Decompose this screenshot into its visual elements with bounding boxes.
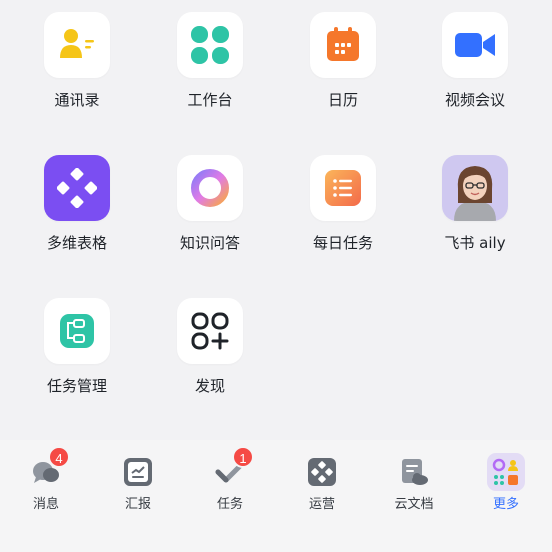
chat-bubbles-icon: 4 (30, 446, 70, 488)
tab-label: 任务 (216, 497, 243, 512)
operations-icon (306, 456, 338, 488)
app-label: 发现 (194, 377, 225, 395)
tab-messages[interactable]: 4 消息 (0, 440, 92, 552)
app-calendar[interactable]: 日历 (288, 12, 398, 122)
calendar-icon (310, 12, 376, 78)
app-base-table[interactable]: 多维表格 (22, 155, 132, 265)
base-table-icon (44, 155, 110, 221)
app-contacts[interactable]: 通讯录 (22, 12, 132, 122)
video-meeting-icon (442, 12, 508, 78)
knowledge-qa-icon (177, 155, 243, 221)
tab-label: 汇报 (124, 497, 151, 512)
app-label: 工作台 (187, 91, 233, 109)
app-knowledge-qa[interactable]: 知识问答 (155, 155, 265, 265)
contacts-icon (44, 12, 110, 78)
app-video-meeting[interactable]: 视频会议 (420, 12, 530, 122)
report-icon (122, 456, 154, 488)
app-grid: 通讯录 工作台 日历 视频会议 多维表格 知识问答 每日任务 飞书 aily 任… (0, 0, 552, 440)
tab-label: 云文档 (394, 497, 434, 512)
bottom-tab-bar: 4 消息 汇报 1 任务 运营 云文档 更多 (0, 440, 552, 552)
app-daily-tasks[interactable]: 每日任务 (288, 155, 398, 265)
app-label: 通讯录 (54, 91, 100, 109)
tab-label: 运营 (308, 497, 335, 512)
tab-tasks[interactable]: 1 任务 (184, 440, 276, 552)
tab-report[interactable]: 汇报 (92, 440, 184, 552)
unread-badge: 4 (48, 446, 70, 468)
app-label: 每日任务 (312, 234, 373, 252)
workbench-icon (177, 12, 243, 78)
cloud-docs-icon (398, 456, 430, 488)
app-label: 飞书 aily (444, 234, 506, 252)
discover-icon (177, 298, 243, 364)
tab-cloud-docs[interactable]: 云文档 (368, 440, 460, 552)
aily-avatar-icon (442, 155, 508, 221)
app-label: 日历 (327, 91, 358, 109)
app-label: 任务管理 (46, 377, 107, 395)
app-aily[interactable]: 飞书 aily (420, 155, 530, 265)
more-apps-icon (487, 453, 525, 491)
app-label: 知识问答 (179, 234, 240, 252)
app-task-management[interactable]: 任务管理 (22, 298, 132, 408)
task-management-icon (44, 298, 110, 364)
app-workbench[interactable]: 工作台 (155, 12, 265, 122)
tab-operations[interactable]: 运营 (276, 440, 368, 552)
app-discover[interactable]: 发现 (155, 298, 265, 408)
app-label: 视频会议 (444, 91, 505, 109)
daily-tasks-icon (310, 155, 376, 221)
tab-label: 更多 (492, 497, 519, 512)
tab-more[interactable]: 更多 (460, 440, 552, 552)
tab-label: 消息 (32, 497, 59, 512)
unread-badge: 1 (232, 446, 254, 468)
task-check-icon: 1 (214, 446, 254, 488)
app-label: 多维表格 (46, 234, 107, 252)
